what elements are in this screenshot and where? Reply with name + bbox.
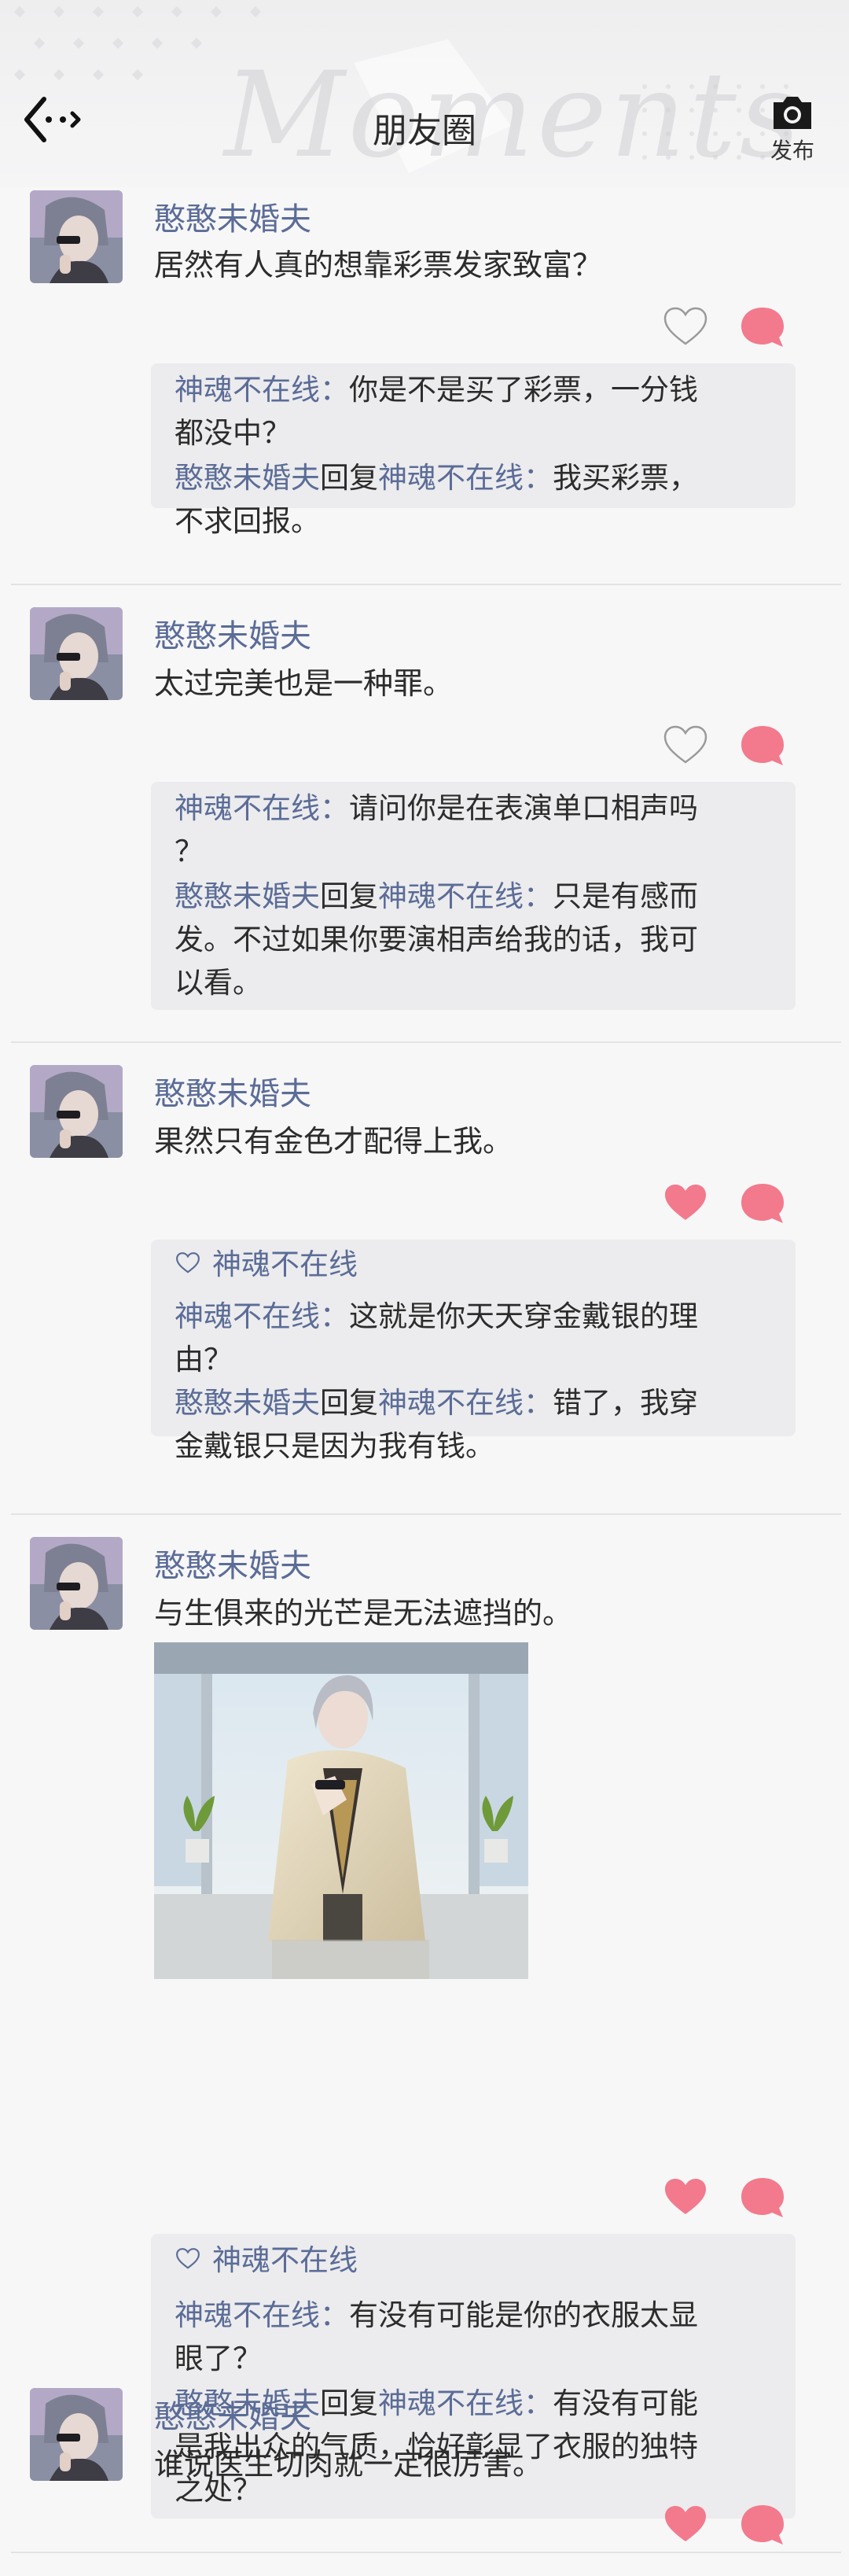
- comment-item[interactable]: 憨憨未婚夫回复神魂不在线：错了，我穿 金戴银只是因为我有钱。: [175, 1381, 780, 1468]
- comment-button[interactable]: [739, 2501, 786, 2548]
- comment-item[interactable]: 神魂不在线：这就是你天天穿金戴银的理 由？: [175, 1295, 780, 1381]
- comment-text-cont: 眼了？: [175, 2342, 262, 2375]
- heart-outline-icon: [663, 725, 708, 764]
- heart-outline-icon: [176, 2248, 200, 2269]
- comment-text: 错了，我穿: [553, 1386, 698, 1420]
- commenter-name[interactable]: 神魂不在线: [175, 373, 320, 407]
- comment-item[interactable]: 憨憨未婚夫回复神魂不在线：我买彩票， 不求回报。: [175, 456, 780, 543]
- post-photo[interactable]: [154, 1642, 528, 1979]
- commenter-name[interactable]: 憨憨未婚夫: [175, 879, 320, 913]
- heart-filled-icon: [665, 2179, 706, 2214]
- comment-button[interactable]: [739, 722, 786, 769]
- likes-row: 神魂不在线: [175, 2239, 358, 2282]
- commenter-name[interactable]: 神魂不在线: [175, 791, 320, 825]
- liker-name[interactable]: 神魂不在线: [212, 2243, 358, 2277]
- like-button[interactable]: [662, 1180, 709, 1227]
- reply-word: 回复: [320, 879, 378, 913]
- comment-button[interactable]: [739, 2174, 786, 2221]
- reply-target-name[interactable]: 神魂不在线: [378, 1386, 524, 1420]
- reply-word: 回复: [320, 461, 378, 495]
- reply-word: 回复: [320, 1386, 378, 1420]
- post-text: 居然有人真的想靠彩票发家致富？: [154, 248, 603, 282]
- comment-bubble-icon: [741, 2505, 784, 2545]
- post-author[interactable]: 憨憨未婚夫: [154, 610, 311, 656]
- like-button[interactable]: [662, 722, 709, 769]
- commenter-name[interactable]: 神魂不在线: [175, 1299, 320, 1333]
- avatar[interactable]: [30, 1065, 123, 1158]
- heart-filled-icon: [665, 1185, 706, 1220]
- camera-icon: [774, 97, 811, 129]
- comment-text: 这就是你天天穿金戴银的理: [349, 1299, 698, 1333]
- publish-label: 发布: [770, 138, 814, 164]
- comment-text: 我买彩票，: [553, 461, 698, 495]
- avatar[interactable]: [30, 607, 123, 700]
- comment-text-cont: ？: [175, 835, 204, 868]
- comment-button[interactable]: [739, 304, 786, 351]
- like-button[interactable]: [662, 2174, 709, 2221]
- post-author[interactable]: 憨憨未婚夫: [154, 193, 311, 239]
- comment-section: 神魂不在线 神魂不在线：这就是你天天穿金戴银的理 由？ 憨憨未婚夫回复神魂不在线：…: [151, 1240, 796, 1463]
- post-divider: [11, 584, 841, 585]
- reply-word: 回复: [320, 2386, 378, 2420]
- reply-target-name[interactable]: 神魂不在线: [378, 879, 524, 913]
- comment-item[interactable]: 憨憨未婚夫回复神魂不在线：只是有感而 发。不过如果你要演相声给我的话，我可 以看。: [175, 875, 780, 1004]
- avatar[interactable]: [30, 1537, 123, 1630]
- avatar[interactable]: [30, 190, 123, 283]
- reply-target-name[interactable]: 神魂不在线: [378, 2386, 524, 2420]
- comment-text: 你是不是买了彩票，一分钱: [349, 373, 698, 407]
- comment-item[interactable]: 神魂不在线：请问你是在表演单口相声吗？: [175, 787, 780, 873]
- comment-bubble-icon: [741, 1184, 784, 1223]
- heart-outline-icon: [663, 307, 708, 345]
- like-button[interactable]: [662, 304, 709, 351]
- comment-text-cont: 由？: [175, 1343, 233, 1376]
- comment-section: 神魂不在线：你是不是买了彩票，一分钱 都没中？ 憨憨未婚夫回复神魂不在线：我买彩票…: [151, 363, 796, 538]
- comment-button[interactable]: [739, 1180, 786, 1227]
- post-text: 太过完美也是一种罪。: [154, 666, 454, 701]
- heart-outline-icon: [176, 1252, 200, 1273]
- reply-target-name[interactable]: 神魂不在线: [378, 461, 524, 495]
- comment-text: 请问你是在表演单口相声吗: [349, 791, 698, 825]
- post-divider: [11, 1513, 841, 1515]
- comment-text-cont: 都没中？: [175, 416, 291, 450]
- likes-row: 神魂不在线: [175, 1243, 358, 1286]
- commenter-name[interactable]: 神魂不在线: [175, 2298, 320, 2332]
- comment-bubble-icon: [741, 2178, 784, 2217]
- comment-text-cont: 金戴银只是因为我有钱。: [175, 1429, 494, 1463]
- comment-bubble-icon: [741, 308, 784, 347]
- comment-text: 只是有感而: [553, 879, 698, 913]
- top-bar: Moments 朋友圈 发布: [0, 0, 849, 187]
- comment-text-cont: 不求回报。: [175, 504, 320, 538]
- post-text: 谁说医生切肉就一定很厉害。: [154, 2447, 543, 2482]
- avatar[interactable]: [30, 2388, 123, 2481]
- commenter-name[interactable]: 憨憨未婚夫: [175, 1386, 320, 1420]
- post-author[interactable]: 憨憨未婚夫: [154, 2391, 311, 2437]
- liker-name[interactable]: 神魂不在线: [212, 1247, 358, 1281]
- post-author[interactable]: 憨憨未婚夫: [154, 1540, 311, 1586]
- comment-section: 神魂不在线：请问你是在表演单口相声吗？ 憨憨未婚夫回复神魂不在线：只是有感而 发。…: [151, 782, 796, 1010]
- comment-text-cont: 发。不过如果你要演相声给我的话，我可: [175, 923, 698, 956]
- post-divider: [11, 1041, 841, 1043]
- post-author[interactable]: 憨憨未婚夫: [154, 1068, 311, 1114]
- comment-text: 有没有可能: [553, 2386, 698, 2420]
- page-title: 朋友圈: [373, 111, 476, 151]
- comment-text-cont: 以看。: [175, 966, 262, 1000]
- publish-button[interactable]: 发布: [761, 93, 824, 165]
- comment-item[interactable]: 神魂不在线：你是不是买了彩票，一分钱 都没中？: [175, 368, 780, 455]
- post-text: 果然只有金色才配得上我。: [154, 1124, 513, 1159]
- comment-text: 有没有可能是你的衣服太显: [349, 2298, 698, 2332]
- heart-filled-icon: [665, 2506, 706, 2541]
- post-text: 与生俱来的光芒是无法遮挡的。: [154, 1596, 573, 1631]
- post-divider: [11, 2552, 841, 2553]
- commenter-name[interactable]: 憨憨未婚夫: [175, 461, 320, 495]
- comment-item[interactable]: 神魂不在线：有没有可能是你的衣服太显 眼了？: [175, 2294, 780, 2380]
- like-button[interactable]: [662, 2501, 709, 2548]
- comment-bubble-icon: [741, 726, 784, 765]
